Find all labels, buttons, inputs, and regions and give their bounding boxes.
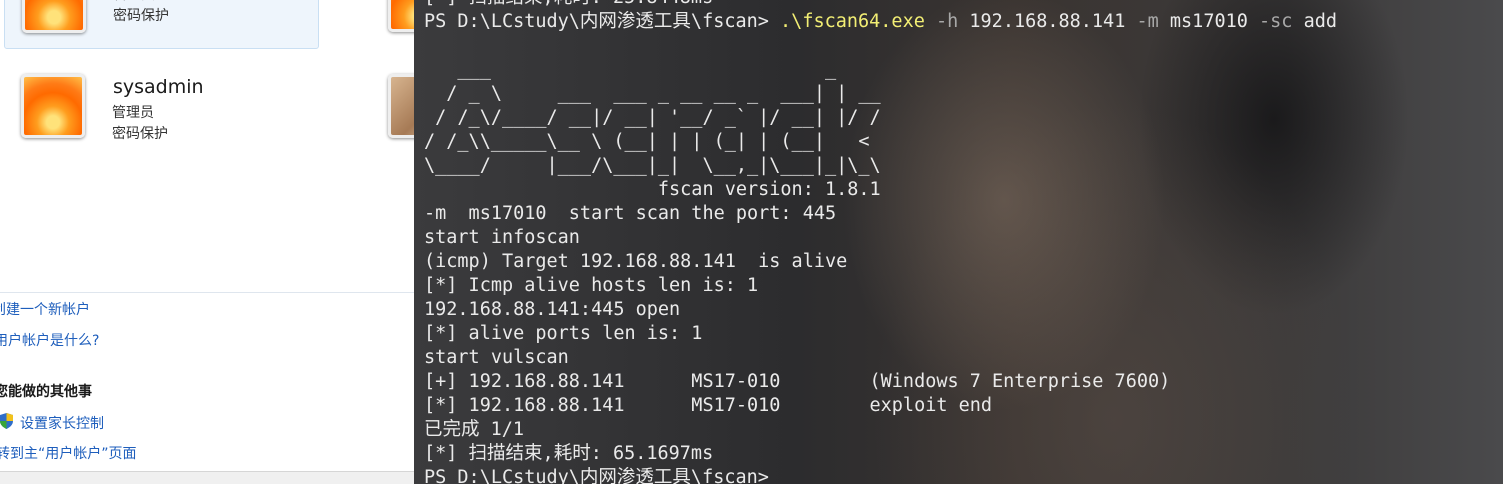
terminal-text: PS D:\LCstudy\内网渗透工具\fscan> xyxy=(424,11,781,32)
what-is-account-link[interactable]: 用户帐户是什么? xyxy=(0,330,99,350)
avatar xyxy=(21,74,85,138)
powershell-terminal[interactable]: [*] 扫描结束,耗时: 25.8448ms PS D:\LCstudy\内网渗透… xyxy=(414,0,1503,484)
account-card-sysadmin[interactable]: sysadmin 管理员 密码保护 xyxy=(4,66,317,146)
account-card-admin[interactable]: 管理员 密码保护 xyxy=(4,0,319,49)
terminal-text: fscan version: 1.8.1 xyxy=(424,179,881,200)
terminal-text: / /_\\_____\__ \ (__| | | (_| | (__| < xyxy=(424,131,870,152)
divider xyxy=(0,292,414,293)
terminal-text: 192.168.88.141 xyxy=(969,11,1126,32)
terminal-line: fscan version: 1.8.1 xyxy=(424,178,881,202)
terminal-line: \____/ |___/\___|_| \__,_|\___|_|\_\ xyxy=(424,154,881,178)
terminal-line: -m ms17010 start scan the port: 445 xyxy=(424,202,836,226)
create-account-link[interactable]: 创建一个新帐户 xyxy=(0,299,90,319)
terminal-text: / _ \ ___ ___ _ __ __ _ ___| | __ xyxy=(424,83,881,104)
terminal-line: ___ _ xyxy=(424,58,836,82)
terminal-text: ms17010 xyxy=(1169,11,1248,32)
terminal-text: ___ _ xyxy=(424,59,837,80)
terminal-text: [*] 192.168.88.141 MS17-010 exploit end xyxy=(424,395,993,416)
avatar xyxy=(388,0,414,32)
terminal-text: 已完成 1/1 xyxy=(424,419,525,440)
terminal-line: [*] Icmp alive hosts len is: 1 xyxy=(424,274,758,298)
terminal-text: start vulscan xyxy=(424,347,569,368)
terminal-text: [*] Icmp alive hosts len is: 1 xyxy=(424,275,759,296)
account-card-next[interactable] xyxy=(388,0,414,47)
terminal-text: [*] 扫描结束,耗时: 65.1697ms xyxy=(424,443,714,464)
account-role: 管理员 xyxy=(113,0,155,4)
avatar xyxy=(22,0,86,33)
terminal-line: PS D:\LCstudy\内网渗透工具\fscan> .\fscan64.ex… xyxy=(424,10,1337,34)
terminal-text: \____/ |___/\___|_| \__,_|\___|_|\_\ xyxy=(424,155,881,176)
terminal-text: PS D:\LCstudy\内网渗透工具\fscan> xyxy=(424,467,769,484)
terminal-line: / /_\/____/ __|/ __| '__/ _` |/ __| |/ / xyxy=(424,106,881,130)
other-things-heading: 您能做的其他事 xyxy=(0,384,92,400)
account-card-other[interactable] xyxy=(388,74,414,144)
parental-controls-link[interactable]: 设置家长控制 xyxy=(20,413,104,433)
terminal-line: PS D:\LCstudy\内网渗透工具\fscan> xyxy=(424,466,769,484)
terminal-text: -sc xyxy=(1247,11,1304,32)
terminal-text: start infoscan xyxy=(424,227,580,248)
terminal-line: / /_\\_____\__ \ (__| | | (_| | (__| < xyxy=(424,130,870,154)
user-accounts-panel: 管理员 密码保护 sysadmin 管理员 密码保护 创建一个新帐户 用户帐户是… xyxy=(0,0,414,484)
terminal-line: (icmp) Target 192.168.88.141 is alive xyxy=(424,250,847,274)
terminal-text: / /_\/____/ __|/ __| '__/ _` |/ __| |/ / xyxy=(424,107,881,128)
terminal-line: / _ \ ___ ___ _ __ __ _ ___| | __ xyxy=(424,82,881,106)
terminal-line: [*] 扫描结束,耗时: 65.1697ms xyxy=(424,442,713,466)
terminal-line: 已完成 1/1 xyxy=(424,418,524,442)
terminal-text: .\fscan64.exe xyxy=(780,11,925,32)
avatar xyxy=(388,74,414,138)
terminal-line: [*] alive ports len is: 1 xyxy=(424,322,702,346)
account-role: 管理员 xyxy=(112,105,154,121)
account-name: sysadmin xyxy=(113,76,204,98)
account-status: 密码保护 xyxy=(113,8,169,24)
status-strip xyxy=(0,471,414,484)
terminal-line: start infoscan xyxy=(424,226,580,250)
terminal-line: start vulscan xyxy=(424,346,569,370)
terminal-line: [*] 扫描结束,耗时: 25.8448ms xyxy=(424,0,713,10)
terminal-text: add xyxy=(1303,11,1337,32)
main-accounts-page-link[interactable]: 转到主“用户帐户”页面 xyxy=(0,443,137,463)
terminal-text: [+] 192.168.88.141 MS17-010 (Windows 7 E… xyxy=(424,371,1171,392)
terminal-text: [*] alive ports len is: 1 xyxy=(424,323,703,344)
shield-icon xyxy=(0,413,13,429)
terminal-line: 192.168.88.141:445 open xyxy=(424,298,680,322)
terminal-text: -h xyxy=(924,11,970,32)
terminal-line: [+] 192.168.88.141 MS17-010 (Windows 7 E… xyxy=(424,370,1170,394)
terminal-text: (icmp) Target 192.168.88.141 is alive xyxy=(424,251,848,272)
terminal-text: -m xyxy=(1125,11,1170,32)
account-status: 密码保护 xyxy=(112,126,168,142)
terminal-line: [*] 192.168.88.141 MS17-010 exploit end xyxy=(424,394,992,418)
terminal-text: [*] 扫描结束,耗时: 25.8448ms xyxy=(424,0,713,8)
terminal-text: -m ms17010 start scan the port: 445 xyxy=(424,203,837,224)
terminal-text: 192.168.88.141:445 open xyxy=(424,299,681,320)
